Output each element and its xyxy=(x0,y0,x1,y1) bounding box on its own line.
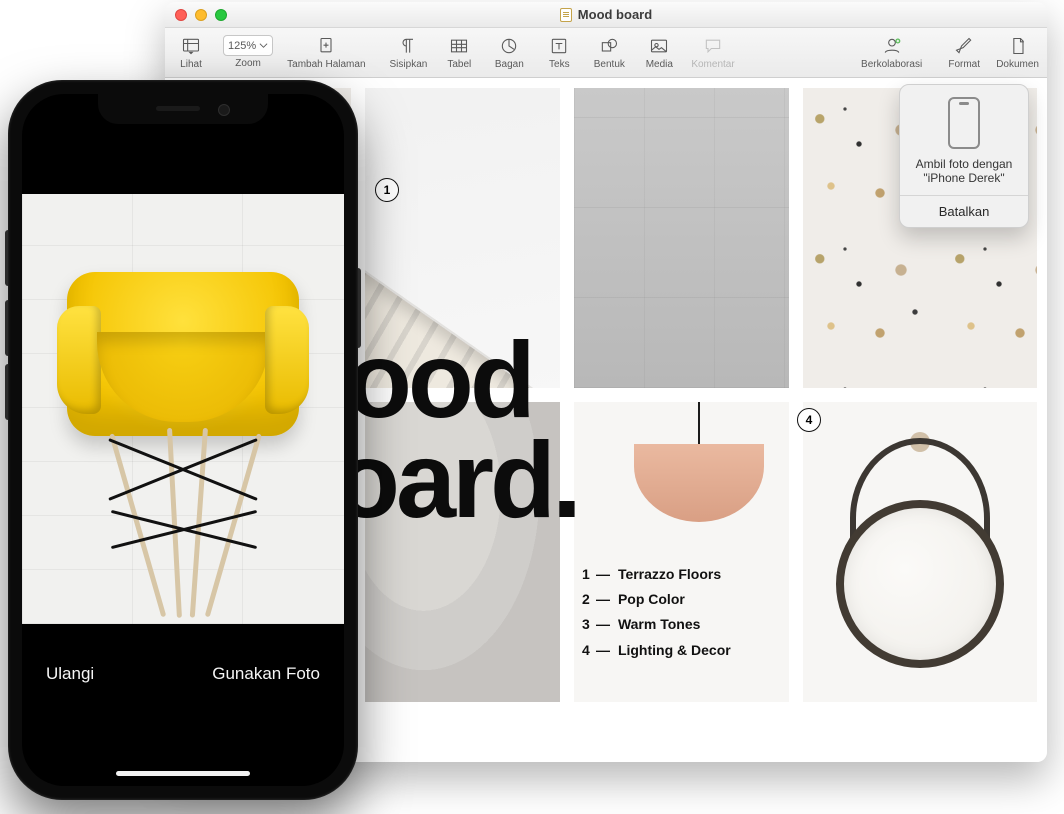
shape-label: Bentuk xyxy=(594,59,625,70)
text-icon xyxy=(547,35,571,57)
use-photo-button[interactable]: Gunakan Foto xyxy=(212,664,320,684)
shape-button[interactable]: Bentuk xyxy=(591,35,627,70)
titlebar: Mood board xyxy=(165,2,1047,28)
media-button[interactable]: Media xyxy=(641,35,677,70)
comment-icon xyxy=(701,35,725,57)
grid-tile-2[interactable] xyxy=(365,88,560,388)
text-button[interactable]: Teks xyxy=(541,35,577,70)
grid-tile-7[interactable]: 1—Terrazzo Floors 2—Pop Color 3—Warm Ton… xyxy=(574,402,789,702)
badge-4: 4 xyxy=(797,408,821,432)
iphone-outline-icon xyxy=(948,97,980,149)
lamp-graphic xyxy=(634,402,764,522)
collaborate-button[interactable]: Berkolaborasi xyxy=(861,35,922,70)
chart-button[interactable]: Bagan xyxy=(491,35,527,70)
comment-button: Komentar xyxy=(691,35,734,70)
format-label: Format xyxy=(948,59,980,70)
view-label: Lihat xyxy=(180,59,202,70)
shape-icon xyxy=(597,35,621,57)
iphone-notch xyxy=(98,94,268,124)
add-page-button[interactable]: Tambah Halaman xyxy=(287,35,365,70)
chevron-down-icon xyxy=(259,41,268,50)
legend-row: 1—Terrazzo Floors xyxy=(582,562,731,587)
media-icon xyxy=(647,35,671,57)
table-icon xyxy=(447,35,471,57)
format-button[interactable]: Format xyxy=(946,35,982,70)
photo-preview xyxy=(22,194,344,624)
text-label: Teks xyxy=(549,59,570,70)
iphone-device: Ulangi Gunakan Foto xyxy=(8,80,358,800)
collaborate-icon xyxy=(880,35,904,57)
window-title-text: Mood board xyxy=(578,7,652,22)
collaborate-label: Berkolaborasi xyxy=(861,59,922,70)
grid-tile-6[interactable] xyxy=(365,402,560,702)
view-button[interactable]: Lihat xyxy=(173,35,209,70)
view-icon xyxy=(179,35,203,57)
toolbar: Lihat 125% Zoom Tambah Halaman Sisipkan xyxy=(165,28,1047,78)
window-title: Mood board xyxy=(165,7,1047,22)
zoom-select[interactable]: 125% xyxy=(223,35,273,56)
table-button[interactable]: Tabel xyxy=(441,35,477,70)
badge-1: 1 xyxy=(375,178,399,202)
home-indicator[interactable] xyxy=(116,771,250,776)
pilcrow-icon xyxy=(396,35,420,57)
comment-label: Komentar xyxy=(691,59,734,70)
popover-text-line-1: Ambil foto dengan xyxy=(908,157,1020,171)
zoom-label: Zoom xyxy=(235,58,261,69)
camera-confirmation-bar: Ulangi Gunakan Foto xyxy=(22,626,344,786)
legend-row: 4—Lighting & Decor xyxy=(582,638,731,663)
table-label: Tabel xyxy=(447,59,471,70)
popover-cancel-button[interactable]: Batalkan xyxy=(900,195,1028,227)
document-label: Dokumen xyxy=(996,59,1039,70)
legend-row: 2—Pop Color xyxy=(582,587,731,612)
retake-button[interactable]: Ulangi xyxy=(46,664,94,684)
document-button[interactable]: Dokumen xyxy=(996,35,1039,70)
grid-tile-3[interactable] xyxy=(574,88,789,388)
popover-text-line-2: "iPhone Derek" xyxy=(908,171,1020,185)
insert-label: Sisipkan xyxy=(390,59,428,70)
continuity-camera-popover: Ambil foto dengan "iPhone Derek" Batalka… xyxy=(899,84,1029,228)
add-page-icon xyxy=(314,35,338,57)
chart-label: Bagan xyxy=(495,59,524,70)
format-brush-icon xyxy=(952,35,976,57)
media-label: Media xyxy=(646,59,673,70)
legend-list: 1—Terrazzo Floors 2—Pop Color 3—Warm Ton… xyxy=(582,562,731,663)
chart-icon xyxy=(497,35,521,57)
photo-subject-chair xyxy=(67,272,299,436)
grid-tile-8[interactable] xyxy=(803,402,1037,702)
mirror-graphic xyxy=(830,432,1010,672)
add-page-label: Tambah Halaman xyxy=(287,59,365,70)
zoom-value: 125% xyxy=(228,40,256,52)
iphone-screen: Ulangi Gunakan Foto xyxy=(22,94,344,786)
legend-row: 3—Warm Tones xyxy=(582,612,731,637)
insert-button[interactable]: Sisipkan xyxy=(390,35,428,70)
zoom-button[interactable]: 125% Zoom xyxy=(223,35,273,70)
document-file-icon xyxy=(560,8,572,22)
document-icon xyxy=(1006,35,1030,57)
